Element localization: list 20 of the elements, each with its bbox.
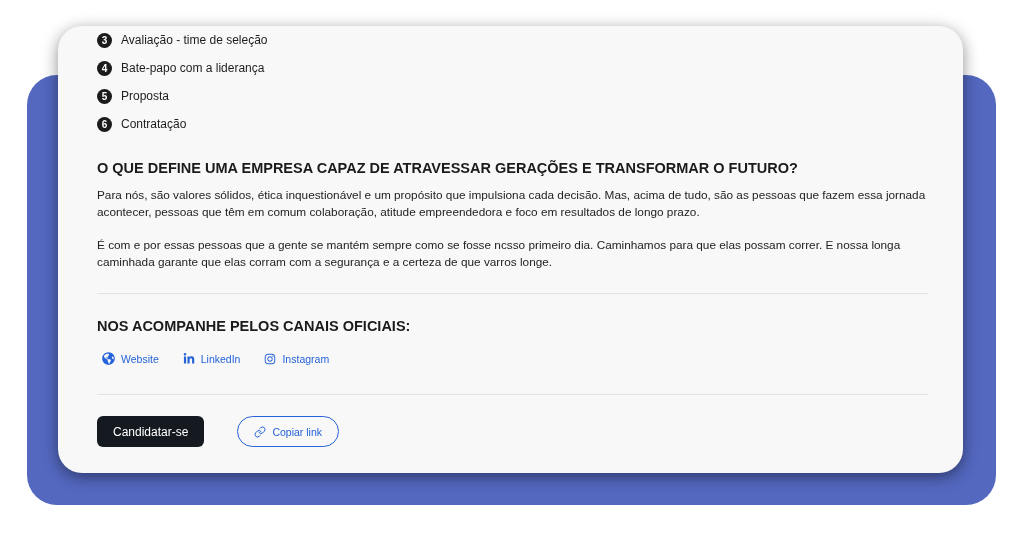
step-label: Bate-papo com a liderança (121, 61, 265, 75)
channel-link[interactable]: Instagram (264, 352, 330, 365)
step-label: Proposta (121, 89, 170, 103)
linkedin-icon (182, 352, 195, 365)
channel-link[interactable]: Website (102, 352, 159, 365)
step-number: 6 (97, 116, 112, 132)
instagram-icon (264, 352, 277, 365)
step-number: 5 (97, 88, 112, 104)
step-number: 4 (97, 60, 112, 76)
step-label: Avaliação - time de seleção (121, 33, 268, 47)
section-heading: NOS ACOMPANHE PELOS CANAIS OFICIAIS: (97, 318, 412, 334)
step-number: 3 (97, 32, 112, 48)
section-heading: O QUE DEFINE UMA EMPRESA CAPAZ DE ATRAVESSAR GERAÇÕES E TRANSFORMAR O FUTURO? (97, 160, 799, 176)
link-icon (254, 425, 267, 438)
step-label: Contratação (121, 117, 187, 131)
globe-icon (102, 352, 115, 365)
paragraph: Para nós, são valores sólidos, ética inquestionável e um propósito que impulsiona cada decisão. Mas, acima de tudo, são as pessoas que fazem essa jornada acontecer, pessoas que têm em comum colaboração, atitude empreendedora e foco em resultados de longo prazo. (97, 187, 927, 221)
apply-button[interactable]: Candidatar-se (97, 416, 205, 447)
channel-link[interactable]: LinkedIn (182, 352, 241, 365)
paragraph: É com e por essas pessoas que a gente se mantém sempre como se fosse ncsso primeiro dia. Caminhamos para que elas possam correr. E nossa longa caminhada garante que elas corram com a segurança e a certeza de que varros longe. (97, 237, 902, 271)
